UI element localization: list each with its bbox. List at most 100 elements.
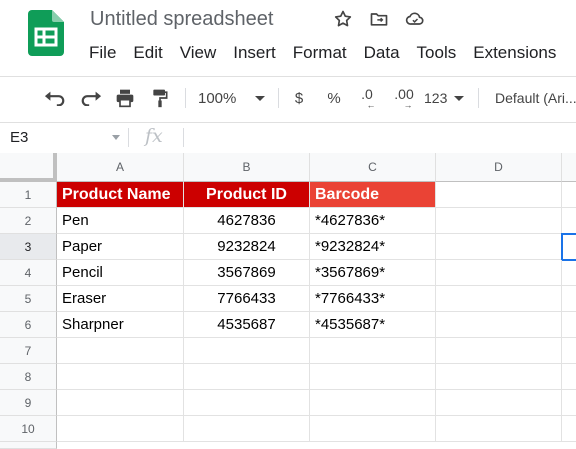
menu-insert[interactable]: Insert: [233, 43, 276, 63]
cell-e8[interactable]: [562, 364, 576, 390]
cell-a8[interactable]: [57, 364, 184, 390]
undo-icon[interactable]: [42, 86, 68, 110]
cell-a9[interactable]: [57, 390, 184, 416]
cell-c6[interactable]: *4535687*: [310, 312, 436, 338]
cell-a7[interactable]: [57, 338, 184, 364]
cell-e5[interactable]: [562, 286, 576, 312]
cell-e6[interactable]: [562, 312, 576, 338]
cell-a10[interactable]: [57, 416, 184, 442]
menu-file[interactable]: File: [89, 43, 116, 63]
column-header-b[interactable]: B: [184, 153, 310, 182]
cell-d9[interactable]: [436, 390, 562, 416]
cloud-status-icon[interactable]: [405, 9, 425, 29]
zoom-value: 100%: [198, 89, 237, 107]
row-header-1[interactable]: 1: [0, 182, 57, 208]
column-header-d[interactable]: D: [436, 153, 562, 182]
row-header-3[interactable]: 3: [0, 234, 57, 260]
currency-label: $: [294, 89, 304, 107]
menu-format[interactable]: Format: [293, 43, 347, 63]
cell-b4[interactable]: 3567869: [184, 260, 310, 286]
paint-format-icon[interactable]: [147, 86, 173, 110]
cell-d2[interactable]: [436, 208, 562, 234]
percent-format-button[interactable]: %: [324, 86, 344, 110]
menu-tools[interactable]: Tools: [417, 43, 457, 63]
star-icon[interactable]: [333, 9, 353, 29]
row-header-10[interactable]: 10: [0, 416, 57, 442]
column-header-e[interactable]: [562, 153, 576, 182]
cell-e4[interactable]: [562, 260, 576, 286]
zoom-dropdown-arrow-icon[interactable]: [255, 96, 265, 101]
menu-view[interactable]: View: [180, 43, 217, 63]
row-header-6[interactable]: 6: [0, 312, 57, 338]
cell-d4[interactable]: [436, 260, 562, 286]
cell-b6[interactable]: 4535687: [184, 312, 310, 338]
cell-a4[interactable]: Pencil: [57, 260, 184, 286]
row-header-11[interactable]: [0, 442, 57, 449]
cell-c8[interactable]: [310, 364, 436, 390]
move-folder-icon[interactable]: [369, 9, 389, 29]
cell-a3[interactable]: Paper: [57, 234, 184, 260]
print-icon[interactable]: [112, 86, 138, 110]
cell-a6[interactable]: Sharpner: [57, 312, 184, 338]
cell-b3[interactable]: 9232824: [184, 234, 310, 260]
cell-d7[interactable]: [436, 338, 562, 364]
row-header-8[interactable]: 8: [0, 364, 57, 390]
toolbar-divider: [185, 88, 186, 108]
cell-c10[interactable]: [310, 416, 436, 442]
cell-e7[interactable]: [562, 338, 576, 364]
column-header-c[interactable]: C: [310, 153, 436, 182]
cell-a5[interactable]: Eraser: [57, 286, 184, 312]
name-box[interactable]: E3: [10, 129, 28, 146]
sheets-logo-icon[interactable]: [28, 10, 64, 56]
currency-format-button[interactable]: $: [290, 86, 308, 110]
cell-b7[interactable]: [184, 338, 310, 364]
menu-data[interactable]: Data: [364, 43, 400, 63]
cell-d1[interactable]: [436, 182, 562, 208]
cell-a2[interactable]: Pen: [57, 208, 184, 234]
cell-e9[interactable]: [562, 390, 576, 416]
row-header-9[interactable]: 9: [0, 390, 57, 416]
cell-d10[interactable]: [436, 416, 562, 442]
cell-e3-selected[interactable]: [561, 233, 576, 261]
cell-b2[interactable]: 4627836: [184, 208, 310, 234]
select-all-corner[interactable]: [0, 153, 57, 182]
cell-d3[interactable]: [436, 234, 562, 260]
zoom-select[interactable]: 100%: [198, 86, 244, 110]
cell-d5[interactable]: [436, 286, 562, 312]
cell-b5[interactable]: 7766433: [184, 286, 310, 312]
cell-e2[interactable]: [562, 208, 576, 234]
more-formats-label: 123: [424, 90, 448, 106]
cell-c2[interactable]: *4627836*: [310, 208, 436, 234]
decrease-decimal-button[interactable]: .0 ←: [355, 86, 379, 110]
cell-e10[interactable]: [562, 416, 576, 442]
name-box-dropdown-icon[interactable]: [112, 135, 120, 140]
more-formats-dropdown-icon[interactable]: [454, 96, 464, 101]
row-header-2[interactable]: 2: [0, 208, 57, 234]
cell-c9[interactable]: [310, 390, 436, 416]
cell-c5[interactable]: *7766433*: [310, 286, 436, 312]
cell-b8[interactable]: [184, 364, 310, 390]
cell-c1[interactable]: Barcode: [310, 182, 436, 208]
cell-b9[interactable]: [184, 390, 310, 416]
increase-decimal-button[interactable]: .00 →: [390, 86, 418, 110]
cell-c3[interactable]: *9232824*: [310, 234, 436, 260]
cell-c4[interactable]: *3567869*: [310, 260, 436, 286]
cell-b1[interactable]: Product ID: [184, 182, 310, 208]
cell-d8[interactable]: [436, 364, 562, 390]
cell-d6[interactable]: [436, 312, 562, 338]
row-header-4[interactable]: 4: [0, 260, 57, 286]
more-formats-button[interactable]: 123: [424, 86, 454, 110]
column-header-a[interactable]: A: [57, 153, 184, 182]
cell-a1[interactable]: Product Name: [57, 182, 184, 208]
row-header-5[interactable]: 5: [0, 286, 57, 312]
redo-icon[interactable]: [78, 86, 104, 110]
row-header-7[interactable]: 7: [0, 338, 57, 364]
menu-extensions[interactable]: Extensions: [473, 43, 556, 63]
cell-c7[interactable]: [310, 338, 436, 364]
cell-e1[interactable]: [562, 182, 576, 208]
font-select[interactable]: Default (Ari...: [495, 86, 576, 110]
cell-b10[interactable]: [184, 416, 310, 442]
menu-edit[interactable]: Edit: [133, 43, 162, 63]
formula-input[interactable]: [190, 125, 570, 149]
document-title[interactable]: Untitled spreadsheet: [90, 8, 273, 31]
